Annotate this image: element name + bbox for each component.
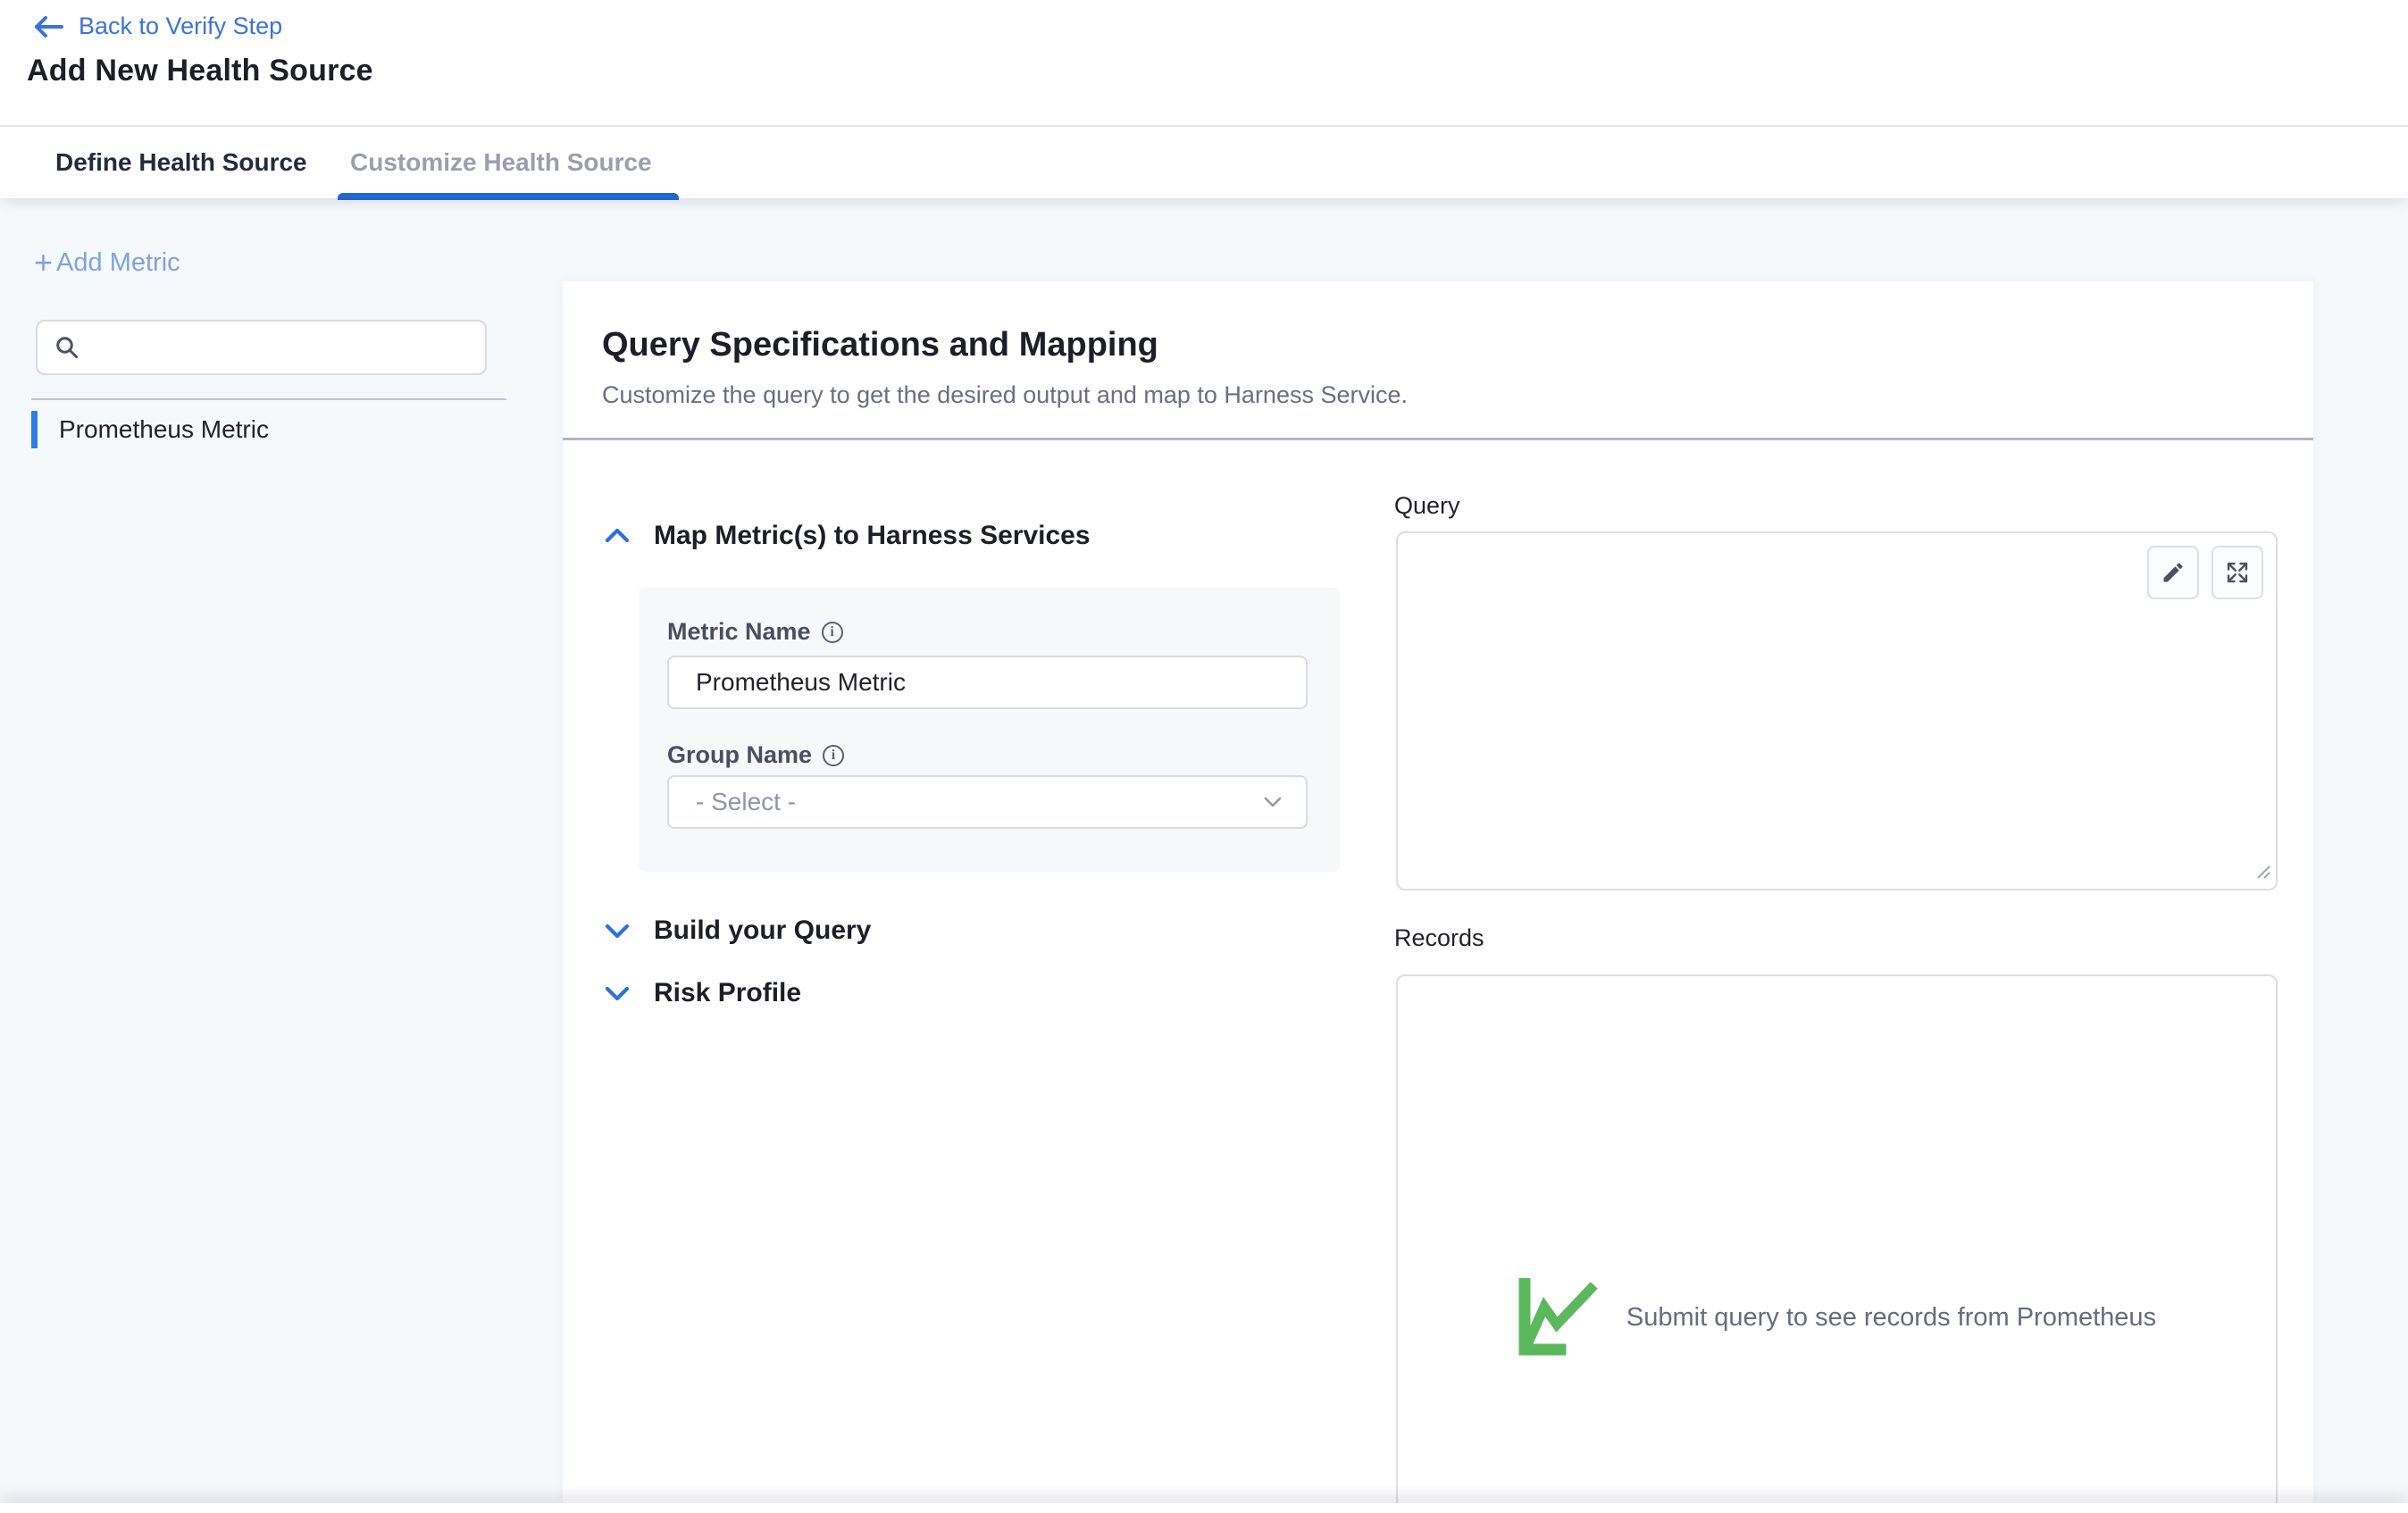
select-placeholder: - Select - bbox=[696, 788, 796, 816]
section-map-metrics-to-harness-services[interactable]: Map Metric(s) to Harness Services bbox=[604, 521, 1091, 551]
content-area: + Add Metric Prometheus Metric Query Spe… bbox=[0, 198, 2408, 1503]
line-chart-icon bbox=[1518, 1278, 1607, 1357]
plus-icon: + bbox=[34, 247, 53, 279]
section-title: Risk Profile bbox=[654, 978, 801, 1008]
metric-search-box[interactable] bbox=[36, 320, 487, 375]
records-label: Records bbox=[1394, 924, 1484, 952]
chevron-down-icon bbox=[1263, 796, 1283, 808]
tab-customize-health-source[interactable]: Customize Health Source bbox=[350, 127, 652, 198]
card-subheading: Customize the query to get the desired o… bbox=[602, 381, 1408, 409]
active-tab-underline bbox=[338, 193, 679, 200]
edit-query-button[interactable] bbox=[2147, 546, 2199, 599]
pencil-icon bbox=[2161, 560, 2186, 585]
arrow-left-icon bbox=[32, 13, 64, 40]
group-name-label-text: Group Name bbox=[667, 741, 812, 769]
section-title: Map Metric(s) to Harness Services bbox=[654, 521, 1091, 551]
info-icon[interactable]: i bbox=[823, 745, 844, 766]
expand-arrows-icon bbox=[2225, 560, 2250, 585]
textarea-resize-handle[interactable] bbox=[2252, 860, 2273, 886]
add-metric-button[interactable]: + Add Metric bbox=[34, 247, 180, 279]
metric-name-label-text: Metric Name bbox=[667, 618, 811, 646]
selected-indicator-bar bbox=[31, 411, 38, 448]
metric-mapping-panel: Metric Name i Group Name i - Select - bbox=[639, 588, 1340, 872]
search-input[interactable] bbox=[91, 322, 485, 373]
metric-name-input[interactable] bbox=[667, 656, 1308, 709]
back-to-verify-step-link[interactable]: Back to Verify Step bbox=[32, 13, 282, 40]
section-title: Build your Query bbox=[654, 915, 871, 946]
records-empty-state: Submit query to see records from Prometh… bbox=[1398, 1278, 2276, 1357]
footer-edge bbox=[0, 1503, 2408, 1513]
section-risk-profile[interactable]: Risk Profile bbox=[604, 978, 801, 1008]
section-build-your-query[interactable]: Build your Query bbox=[604, 915, 871, 946]
info-icon[interactable]: i bbox=[822, 622, 843, 643]
group-name-select[interactable]: - Select - bbox=[667, 775, 1308, 829]
page-header: Back to Verify Step Add New Health Sourc… bbox=[0, 0, 2408, 125]
page-title: Add New Health Source bbox=[27, 54, 373, 88]
search-icon bbox=[54, 334, 80, 361]
chevron-down-icon bbox=[604, 922, 631, 940]
sidebar-divider bbox=[31, 398, 506, 400]
card-heading: Query Specifications and Mapping bbox=[602, 326, 1158, 364]
health-source-tabbar: Define Health Source Customize Health So… bbox=[0, 125, 2408, 198]
metric-name-label: Metric Name i bbox=[667, 618, 843, 646]
query-editor-box bbox=[1396, 531, 2278, 890]
tab-define-health-source[interactable]: Define Health Source bbox=[55, 127, 307, 198]
metric-item-label: Prometheus Metric bbox=[59, 415, 269, 444]
records-box: Submit query to see records from Prometh… bbox=[1396, 974, 2278, 1503]
query-specifications-card: Query Specifications and Mapping Customi… bbox=[563, 281, 2313, 1503]
records-empty-message: Submit query to see records from Prometh… bbox=[1626, 1303, 2156, 1333]
chevron-down-icon bbox=[604, 984, 631, 1002]
group-name-label: Group Name i bbox=[667, 741, 844, 769]
metric-list-item-prometheus[interactable]: Prometheus Metric bbox=[31, 411, 269, 448]
add-metric-label: Add Metric bbox=[56, 248, 180, 278]
back-link-label: Back to Verify Step bbox=[79, 13, 282, 40]
chevron-up-icon bbox=[604, 527, 631, 545]
query-label: Query bbox=[1394, 492, 1460, 520]
page: Back to Verify Step Add New Health Sourc… bbox=[0, 0, 2408, 1513]
resize-corner-icon bbox=[2252, 860, 2273, 882]
fullscreen-button[interactable] bbox=[2212, 546, 2263, 599]
card-header: Query Specifications and Mapping Customi… bbox=[563, 281, 2313, 440]
query-textarea[interactable] bbox=[1398, 533, 2276, 889]
